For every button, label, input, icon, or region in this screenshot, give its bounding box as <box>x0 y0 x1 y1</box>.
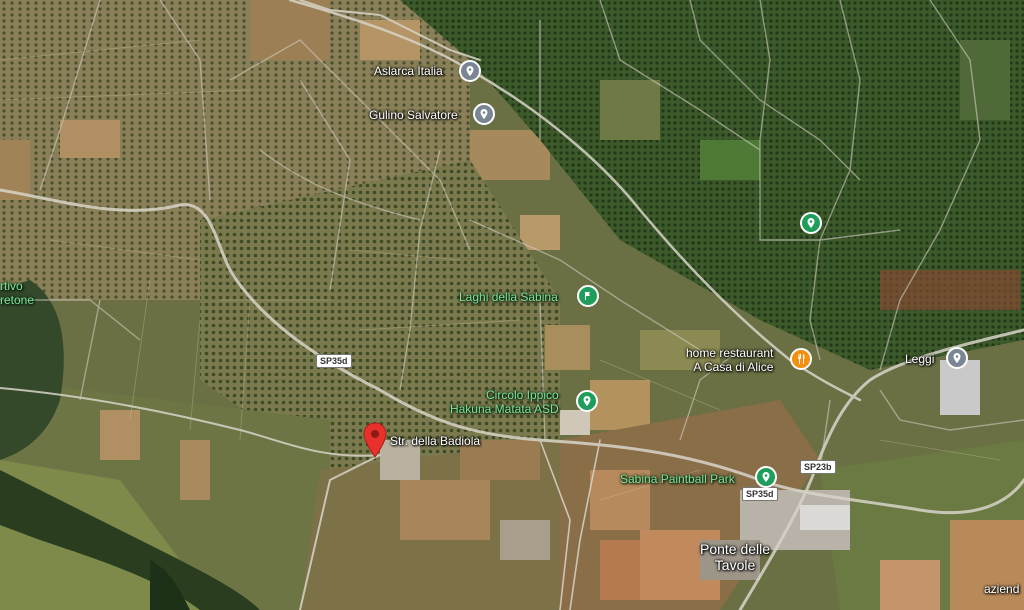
place-label[interactable]: Laghi della Sabina <box>459 290 558 304</box>
place-label-line: Circolo Ippico <box>486 388 559 402</box>
place-label-line: Hakuna Matata ASD <box>449 402 559 416</box>
location-pin-icon[interactable] <box>946 347 968 369</box>
place-label[interactable]: Circolo Ippico Hakuna Matata ASD <box>446 388 559 416</box>
place-label[interactable]: home restaurant A Casa di Alice <box>686 346 773 374</box>
satellite-map[interactable] <box>0 0 1024 610</box>
place-label[interactable]: Str. della Badiola <box>390 434 480 448</box>
location-pin-icon[interactable] <box>459 60 481 82</box>
place-label[interactable]: Sabina Paintball Park <box>620 472 735 486</box>
road-shield-sp35d: SP35d <box>742 487 778 501</box>
park-icon[interactable] <box>577 285 599 307</box>
place-label[interactable]: Aslarca Italia <box>374 64 443 78</box>
place-label-line: rtivo <box>0 279 23 293</box>
place-label-line: home restaurant <box>686 346 774 360</box>
restaurant-icon[interactable] <box>790 348 812 370</box>
place-label-line: retone <box>0 293 35 307</box>
town-label[interactable]: Ponte delle Tavole <box>700 541 770 573</box>
place-label[interactable]: Leggi <box>905 352 934 366</box>
park-icon[interactable] <box>800 212 822 234</box>
place-label[interactable]: aziend <box>984 582 1019 596</box>
location-pin-icon[interactable] <box>473 103 495 125</box>
place-label[interactable]: rtivo retone <box>0 279 34 307</box>
place-label-line: A Casa di Alice <box>693 360 774 374</box>
town-label-line: Ponte delle <box>700 541 771 557</box>
town-label-line: Tavole <box>714 557 756 573</box>
road-shield-sp23b: SP23b <box>800 460 836 474</box>
selected-location-marker[interactable] <box>362 422 388 458</box>
place-label[interactable]: Gulino Salvatore <box>369 108 458 122</box>
road-shield-sp35d: SP35d <box>316 354 352 368</box>
park-icon[interactable] <box>576 390 598 412</box>
park-icon[interactable] <box>755 466 777 488</box>
